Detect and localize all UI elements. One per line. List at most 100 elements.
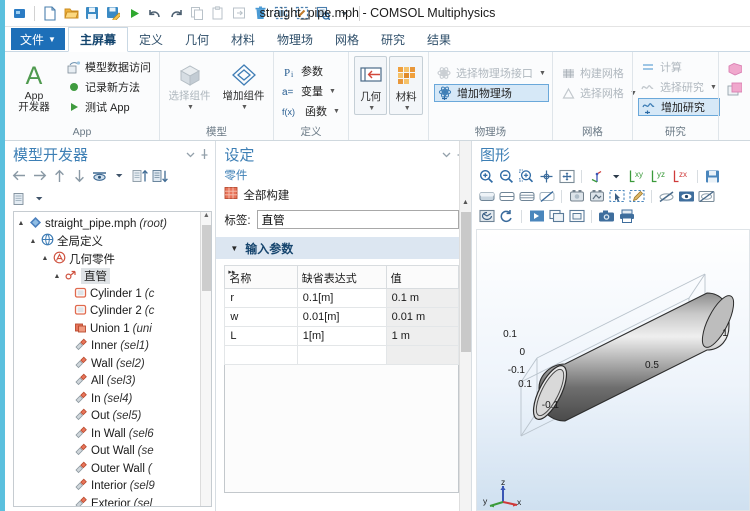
tree-item-selection-out-wall[interactable]: Out Wall (se	[16, 443, 200, 461]
delete-icon[interactable]	[250, 3, 270, 23]
collapse-panel-icon[interactable]	[439, 147, 453, 161]
table-row[interactable]: r 0.1[m] 0.1 m	[224, 288, 460, 308]
column-header-value[interactable]: 值	[385, 265, 460, 289]
select-box-icon[interactable]	[608, 188, 625, 205]
tab-results[interactable]: 结果	[416, 27, 462, 51]
test-app-button[interactable]: 测试 App	[63, 98, 154, 116]
redo-icon[interactable]	[166, 3, 186, 23]
show-dropdown-icon[interactable]	[111, 167, 128, 184]
tree-options-dropdown-icon[interactable]	[31, 190, 48, 207]
parameters-button[interactable]: Pi 参数	[279, 62, 343, 80]
tree-item-selection-in[interactable]: In (sel4)	[16, 390, 200, 408]
save-view-icon[interactable]	[704, 168, 721, 185]
tab-study[interactable]: 研究	[370, 27, 416, 51]
model-tree[interactable]: ▲ straight_pipe.mph (root) ▲ 全局定义 ▲ 几何零件…	[14, 212, 200, 506]
tree-options-icon[interactable]	[11, 190, 28, 207]
snapshot-camera-icon[interactable]	[598, 208, 615, 225]
tree-item-selection-out[interactable]: Out (sel5)	[16, 408, 200, 426]
tree-item-root[interactable]: ▲ straight_pipe.mph (root)	[16, 215, 200, 233]
hide-geometry-icon[interactable]	[658, 188, 675, 205]
select-all-icon[interactable]	[271, 3, 291, 23]
tree-item-selection-inner[interactable]: Inner (sel1)	[16, 338, 200, 356]
geometry-button[interactable]: 几何 ▼	[353, 56, 388, 115]
add-physics-button[interactable]: 增加物理场	[433, 84, 549, 102]
reset-view-icon[interactable]	[478, 208, 495, 225]
select-component-button[interactable]: 选择组件 ▼	[165, 56, 214, 113]
graphics-canvas[interactable]: 0.1 0 -0.1 0.1 -0.1 0.5 1 z x y	[476, 229, 750, 511]
model-data-access-button[interactable]: 模型数据访问	[63, 58, 154, 76]
back-arrow-icon[interactable]	[11, 167, 28, 184]
view-zx-icon[interactable]: zx	[672, 168, 691, 185]
expand-arrow-icon[interactable]: ▲	[28, 238, 38, 245]
variables-button[interactable]: a= 变量 ▼	[279, 82, 343, 100]
app-developer-button[interactable]: A App 开发器	[10, 56, 58, 113]
transparency-icon[interactable]	[478, 188, 495, 205]
print-icon[interactable]	[618, 208, 635, 225]
zoom-in-icon[interactable]	[478, 168, 495, 185]
scene-light-2-icon[interactable]	[588, 188, 605, 205]
play-animation-icon[interactable]	[528, 208, 545, 225]
build-mesh-button[interactable]: 构建网格	[558, 64, 640, 82]
quick-access-dropdown-caret-icon[interactable]	[334, 3, 354, 23]
tree-item-selection-exterior[interactable]: Exterior (sel	[16, 495, 200, 506]
clear-selection-icon[interactable]	[292, 3, 312, 23]
settings-scrollbar[interactable]: ▲	[459, 141, 471, 511]
new-file-icon[interactable]	[40, 3, 60, 23]
tree-item-cylinder-2[interactable]: Cylinder 2 (c	[16, 303, 200, 321]
show-all-icon[interactable]	[678, 188, 695, 205]
cell-name[interactable]	[224, 345, 298, 365]
select-mesh-button[interactable]: 选择网格 ▼	[558, 84, 640, 102]
copy-image-icon[interactable]	[548, 208, 565, 225]
tab-file[interactable]: 文件 ▼	[11, 28, 65, 50]
tree-item-straight-pipe-part[interactable]: ▲ 直管	[16, 268, 200, 286]
zoom-extents-icon[interactable]	[538, 168, 555, 185]
label-input[interactable]	[256, 210, 459, 229]
tree-item-geometry-parts[interactable]: ▲ 几何零件	[16, 250, 200, 268]
chevron-down-icon[interactable]: ▼	[230, 244, 238, 253]
build-all-button[interactable]: 全部构建	[224, 186, 471, 203]
zoom-box-icon[interactable]	[518, 168, 535, 185]
collapse-panel-icon[interactable]	[183, 147, 197, 161]
zoom-to-selection-icon[interactable]	[313, 3, 333, 23]
cell-default-expression[interactable]: 0.01[m]	[296, 307, 387, 327]
scroll-thumb[interactable]	[460, 212, 471, 352]
view-yz-icon[interactable]: yz	[650, 168, 669, 185]
pin-icon[interactable]	[197, 147, 211, 161]
refresh-icon[interactable]	[498, 208, 515, 225]
forward-arrow-icon[interactable]	[31, 167, 48, 184]
expand-tree-icon[interactable]	[151, 167, 168, 184]
wireframe-icon[interactable]	[498, 188, 515, 205]
hide-all-icon[interactable]	[698, 188, 715, 205]
tree-item-global-definitions[interactable]: ▲ 全局定义	[16, 233, 200, 251]
tab-geometry[interactable]: 几何	[174, 27, 220, 51]
tree-item-selection-wall[interactable]: Wall (sel2)	[16, 355, 200, 373]
save-as-icon[interactable]	[103, 3, 123, 23]
add-component-button[interactable]: 增加组件 ▼	[219, 56, 268, 113]
up-arrow-icon[interactable]	[51, 167, 68, 184]
tree-item-selection-in-wall[interactable]: In Wall (sel6	[16, 425, 200, 443]
collapse-tree-icon[interactable]	[131, 167, 148, 184]
model-tree-scrollbar[interactable]: ▲	[200, 212, 212, 506]
record-method-button[interactable]: 记录新方法	[63, 78, 154, 96]
tab-home[interactable]: 主屏幕	[67, 27, 128, 52]
table-row-empty[interactable]	[224, 345, 460, 365]
hidden-line-icon[interactable]	[518, 188, 535, 205]
cell-name[interactable]: w	[224, 307, 298, 327]
cell-name[interactable]: r	[224, 288, 298, 308]
cell-default-expression[interactable]: 1[m]	[296, 326, 387, 346]
tree-item-selection-all[interactable]: All (sel3)	[16, 373, 200, 391]
cell-name[interactable]: L	[224, 326, 298, 346]
layout-button[interactable]	[724, 60, 745, 78]
cell-default-expression[interactable]: 0.1[m]	[296, 288, 387, 308]
input-parameters-section-header[interactable]: ▼ 输入参数	[216, 237, 459, 259]
view-xy-icon[interactable]: xy	[628, 168, 647, 185]
run-icon[interactable]	[124, 3, 144, 23]
compute-button[interactable]: 计算	[638, 58, 720, 76]
orientation-axis-icon[interactable]	[588, 168, 605, 185]
expand-arrow-icon[interactable]: ▲	[40, 255, 50, 262]
windows-button[interactable]	[724, 80, 745, 98]
show-eye-icon[interactable]	[91, 167, 108, 184]
tree-item-selection-interior[interactable]: Interior (sel9	[16, 478, 200, 496]
tab-physics[interactable]: 物理场	[266, 27, 324, 51]
expand-arrow-icon[interactable]: ▲	[16, 220, 26, 227]
